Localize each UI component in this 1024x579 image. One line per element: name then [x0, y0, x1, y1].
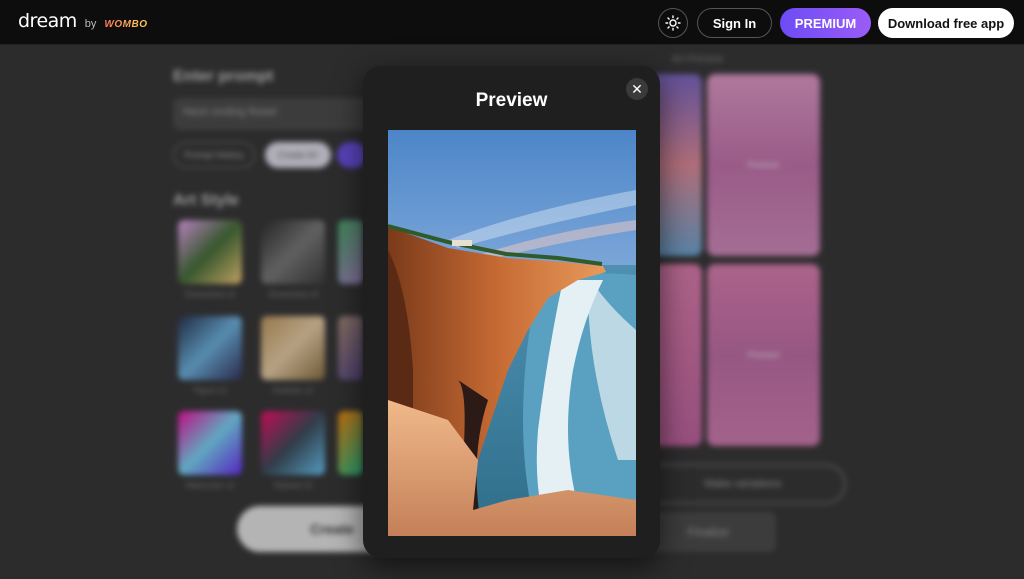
theme-toggle-button[interactable] [658, 8, 688, 38]
logo-by-text: by [84, 18, 97, 30]
results-title: Art Preview [672, 54, 724, 65]
style-name: Watercolor v2 [185, 481, 235, 490]
result-card-locked: Premium [707, 264, 820, 446]
style-tile [261, 316, 325, 380]
cliff-sunset-artwork [388, 130, 636, 536]
close-icon: ✕ [631, 80, 643, 97]
style-tile [338, 411, 363, 475]
locked-label: Premium [747, 160, 780, 170]
style-tile [178, 316, 242, 380]
style-tile [338, 316, 363, 380]
sign-in-button[interactable]: Sign In [697, 8, 772, 38]
top-header: dream by WOMBO Sign In PREMIUM Download … [0, 0, 1024, 45]
create-ai-chip: Create AI! [265, 142, 331, 168]
art-style-heading: Art Style [173, 192, 239, 209]
download-app-button[interactable]: Download free app [878, 8, 1014, 38]
style-tile [178, 411, 242, 475]
style-name: Dreamland v3 [185, 290, 235, 299]
style-name: Figure v3 [193, 386, 227, 395]
make-variations-button: Make variations [640, 464, 846, 504]
style-tile [338, 220, 363, 284]
style-tile [261, 411, 325, 475]
prompt-input: Neon ending flower [173, 98, 373, 130]
finalize-button: Finalize [640, 512, 776, 552]
style-tile [261, 220, 325, 284]
style-name: Dreamland v3 [268, 290, 318, 299]
style-name: Stylized v3 [273, 481, 313, 490]
style-name: Realistic v2 [272, 386, 314, 395]
prompt-heading: Enter prompt [173, 68, 274, 85]
result-card-locked: Premium [707, 74, 820, 256]
close-button[interactable]: ✕ [626, 78, 648, 100]
style-tile [178, 220, 242, 284]
preview-modal: Preview ✕ [363, 66, 660, 558]
premium-button[interactable]: PREMIUM [780, 8, 871, 38]
logo-text: dream [18, 10, 77, 32]
prompt-history-chip: Prompt History [173, 142, 255, 168]
locked-label: Premium [747, 350, 780, 360]
modal-title: Preview [475, 90, 548, 111]
preview-image [388, 130, 636, 536]
sun-icon [665, 15, 681, 31]
wombo-logo-text: WOMBO [104, 19, 148, 30]
brand-logo[interactable]: dream by WOMBO [18, 10, 147, 32]
